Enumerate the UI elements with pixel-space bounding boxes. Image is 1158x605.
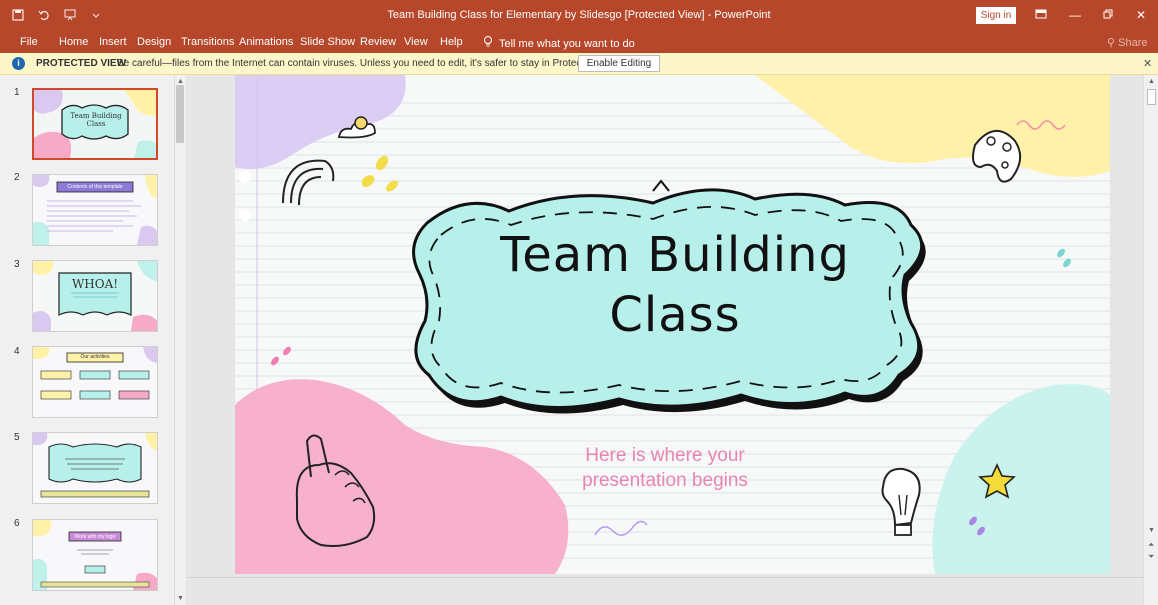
shield-icon: i bbox=[12, 57, 25, 70]
tab-transitions[interactable]: Transitions bbox=[181, 36, 234, 48]
close-bar-icon[interactable]: ✕ bbox=[1143, 57, 1152, 70]
ribbon-display-icon[interactable] bbox=[1030, 5, 1052, 25]
restore-icon[interactable] bbox=[1097, 5, 1119, 25]
thumb-slide-5[interactable] bbox=[32, 432, 158, 504]
tell-me-search[interactable]: Tell me what you want to do bbox=[483, 36, 635, 51]
thumbnails-scrollbar[interactable] bbox=[174, 75, 186, 605]
tab-home[interactable]: Home bbox=[59, 36, 88, 48]
slide-title-line2: Class bbox=[609, 287, 741, 343]
canvas-scroll-thumb[interactable] bbox=[1147, 89, 1156, 105]
thumb-number: 2 bbox=[14, 172, 20, 183]
slide-subtitle[interactable]: Here is where your presentation begins bbox=[535, 443, 795, 493]
scroll-up-icon[interactable]: ▲ bbox=[177, 78, 184, 85]
enable-editing-button[interactable]: Enable Editing bbox=[578, 55, 660, 72]
thumb-number: 3 bbox=[14, 259, 20, 270]
protected-title: PROTECTED VIEW bbox=[36, 58, 127, 69]
scroll-down-icon[interactable]: ▼ bbox=[1148, 527, 1155, 534]
tab-design[interactable]: Design bbox=[137, 36, 171, 48]
tab-file[interactable]: File bbox=[20, 36, 38, 48]
thumb-number: 6 bbox=[14, 518, 20, 529]
slide-subtitle-line2: presentation begins bbox=[582, 470, 748, 491]
lightbulb-icon bbox=[483, 36, 493, 51]
slide-1[interactable]: Team Building Class Here is where your p… bbox=[235, 75, 1110, 574]
protected-message: Be careful—files from the Internet can c… bbox=[117, 58, 622, 69]
protected-view-bar: i PROTECTED VIEW Be careful—files from t… bbox=[0, 53, 1158, 75]
tab-slide-show[interactable]: Slide Show bbox=[300, 36, 355, 48]
thumb-label: Contents of this template bbox=[67, 184, 123, 190]
thumb-number: 1 bbox=[14, 87, 20, 98]
tab-animations[interactable]: Animations bbox=[239, 36, 293, 48]
thumb-number: 5 bbox=[14, 432, 20, 443]
slide-title[interactable]: Team Building Class bbox=[435, 225, 915, 345]
canvas-divider bbox=[187, 577, 1143, 578]
share-label: Share bbox=[1118, 37, 1148, 49]
thumb-slide-1[interactable]: Team Building Class bbox=[32, 88, 158, 160]
thumb-number: 4 bbox=[14, 346, 20, 357]
thumb-label: WHOA! bbox=[71, 277, 119, 291]
thumb-slide-4[interactable]: Our activities bbox=[32, 346, 158, 418]
title-bar: Team Building Class for Elementary by Sl… bbox=[0, 0, 1158, 31]
thumb-label: Our activities bbox=[80, 354, 110, 360]
tab-insert[interactable]: Insert bbox=[99, 36, 127, 48]
thumb-label: Team Building Class bbox=[70, 112, 122, 128]
ribbon-tabs: File Home Insert Design Transitions Anim… bbox=[0, 31, 1158, 53]
minimize-icon[interactable]: — bbox=[1064, 5, 1086, 25]
thumb-label: Work with my logo bbox=[74, 534, 116, 540]
scroll-down-icon[interactable]: ▼ bbox=[177, 595, 184, 602]
scroll-up-icon[interactable]: ▲ bbox=[1148, 78, 1155, 85]
share-icon: ⚲ bbox=[1107, 37, 1119, 49]
next-slide-icon[interactable]: ⏷ bbox=[1148, 552, 1154, 562]
slide-title-line1: Team Building bbox=[500, 227, 850, 283]
slide-thumbnails-pane[interactable]: 1 Team Building Class 2 Contents of this… bbox=[0, 75, 174, 605]
slide-subtitle-line1: Here is where your bbox=[585, 445, 745, 466]
thumb-slide-3[interactable]: WHOA! bbox=[32, 260, 158, 332]
canvas-scrollbar[interactable]: ▲ ▼ ⏶ ⏷ bbox=[1143, 75, 1158, 605]
tab-view[interactable]: View bbox=[404, 36, 428, 48]
previous-slide-icon[interactable]: ⏶ bbox=[1148, 540, 1154, 550]
share-button[interactable]: ⚲ Share bbox=[1107, 36, 1147, 49]
close-icon[interactable]: ✕ bbox=[1130, 5, 1152, 25]
sign-in-button[interactable]: Sign in bbox=[976, 7, 1016, 24]
tell-me-label: Tell me what you want to do bbox=[499, 37, 635, 50]
tab-review[interactable]: Review bbox=[360, 36, 396, 48]
thumbnails-scroll-thumb[interactable] bbox=[176, 85, 184, 143]
thumb-slide-6[interactable]: Work with my logo bbox=[32, 519, 158, 591]
thumb-slide-2[interactable]: Contents of this template bbox=[32, 174, 158, 246]
tab-help[interactable]: Help bbox=[440, 36, 463, 48]
